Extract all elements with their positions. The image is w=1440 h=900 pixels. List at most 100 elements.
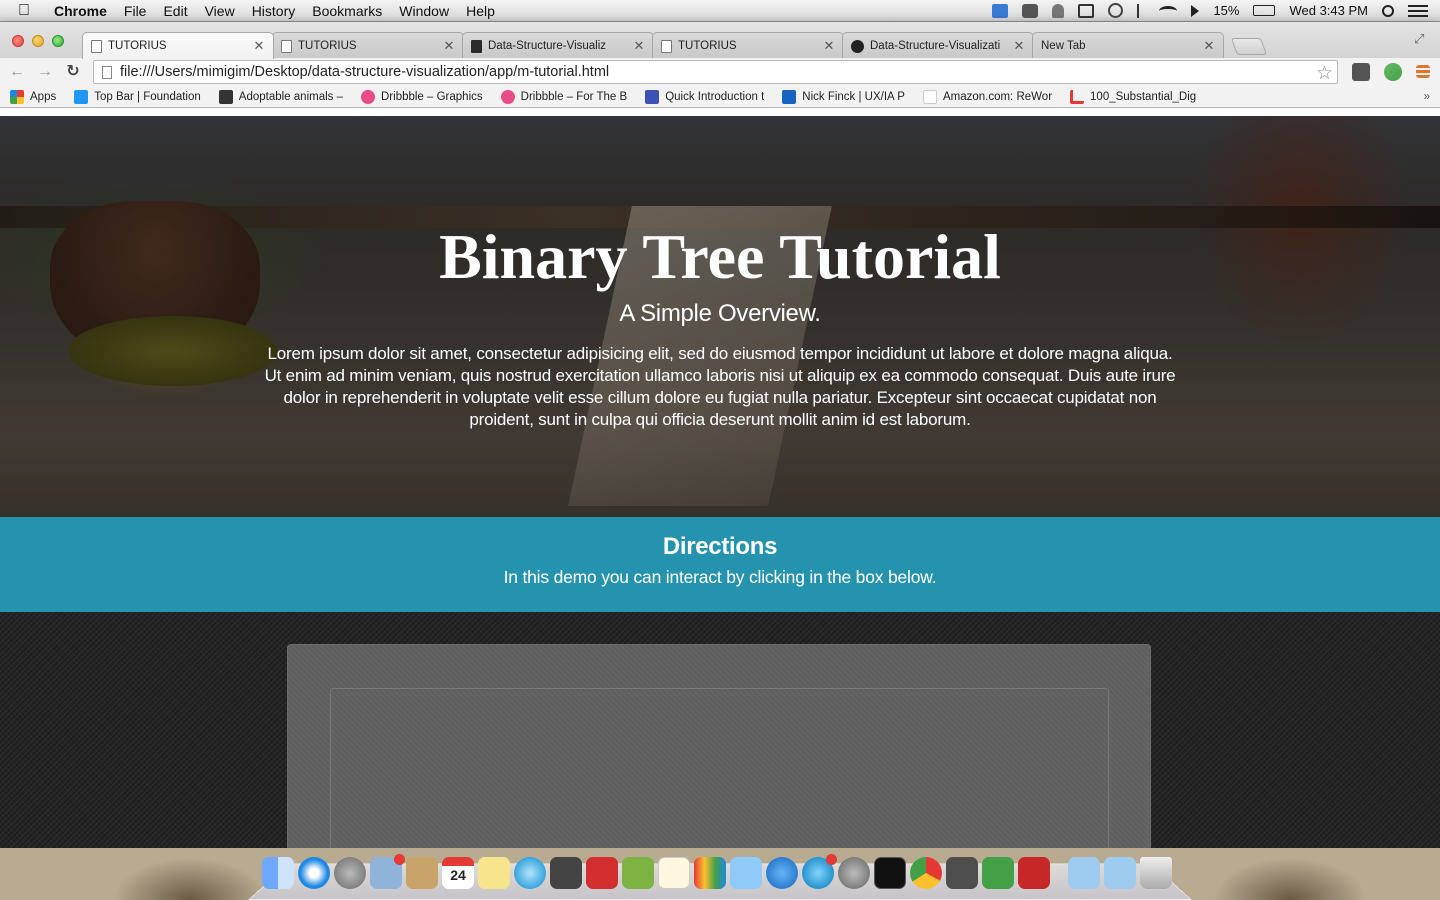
time-machine-icon[interactable] <box>1108 3 1124 18</box>
close-window-button[interactable] <box>12 35 24 47</box>
menu-file[interactable]: File <box>124 3 147 19</box>
page-icon <box>102 65 112 79</box>
chrome-icon[interactable] <box>910 857 942 889</box>
system-preferences-icon[interactable] <box>838 857 870 889</box>
menu-app-name[interactable]: Chrome <box>54 3 107 19</box>
folder-icon[interactable] <box>1068 857 1100 889</box>
browser-toolbar: ← → ↻ file:///Users/mimigim/Desktop/data… <box>0 58 1440 86</box>
tab-title: New Tab <box>1041 40 1086 52</box>
acrobat-icon[interactable] <box>1018 857 1050 889</box>
close-tab-icon[interactable]: ✕ <box>253 38 265 54</box>
zoom-window-button[interactable] <box>52 35 64 47</box>
calendar-icon[interactable]: 24 <box>442 857 474 889</box>
extension-icons <box>1352 63 1430 81</box>
keynote-icon[interactable] <box>730 857 762 889</box>
safari-icon[interactable] <box>298 857 330 889</box>
tab-data-structure-app[interactable]: Data-Structure-Visualiz ✕ <box>462 32 654 59</box>
tab-title: TUTORIUS <box>298 40 357 52</box>
bookmark-star-icon[interactable]: ☆ <box>1316 62 1333 85</box>
interactive-canvas[interactable] <box>330 688 1109 848</box>
close-tab-icon[interactable]: ✕ <box>1203 38 1215 54</box>
menu-view[interactable]: View <box>205 3 235 19</box>
close-tab-icon[interactable]: ✕ <box>1013 38 1025 54</box>
forward-icon[interactable]: → <box>36 63 54 81</box>
demo-box[interactable] <box>287 644 1151 848</box>
menu-bookmarks[interactable]: Bookmarks <box>312 3 382 19</box>
folder-icon[interactable] <box>1104 857 1136 889</box>
chrome-menu-icon[interactable] <box>1416 65 1430 78</box>
menu-help[interactable]: Help <box>466 3 495 19</box>
tab-tutorius-1[interactable]: TUTORIUS ✕ <box>82 32 274 59</box>
menu-history[interactable]: History <box>252 3 296 19</box>
bookmark-label: 100_Substantial_Dig <box>1090 90 1197 103</box>
mail-badge <box>394 854 405 865</box>
tab-title: TUTORIUS <box>678 40 737 52</box>
wifi-icon[interactable] <box>1159 5 1178 16</box>
menu-edit[interactable]: Edit <box>163 3 187 19</box>
fullscreen-icon[interactable]: ⤢ <box>1414 31 1428 46</box>
window-controls <box>12 35 64 47</box>
reload-icon[interactable]: ↻ <box>64 63 82 81</box>
hero-section: Binary Tree Tutorial A Simple Overview. … <box>0 116 1440 517</box>
launchpad-icon[interactable] <box>334 857 366 889</box>
new-tab-button[interactable] <box>1230 38 1268 55</box>
tab-tutorius-2[interactable]: TUTORIUS ✕ <box>272 32 464 59</box>
bookmark-adoptable-animals[interactable]: Adoptable animals – <box>218 89 343 104</box>
tab-data-structure-github[interactable]: Data-Structure-Visualizati ✕ <box>842 32 1034 59</box>
bookmark-amazon[interactable]: Amazon.com: ReWor <box>922 89 1052 104</box>
bookmark-dribbble-graphics[interactable]: Dribbble – Graphics <box>361 89 483 104</box>
iphoto-icon[interactable] <box>622 857 654 889</box>
apple-icon[interactable]:  <box>18 2 38 20</box>
calendar-day: 24 <box>450 867 466 883</box>
n-icon <box>782 89 797 104</box>
menubar-clock[interactable]: Wed 3:43 PM <box>1289 3 1368 18</box>
terminal-icon[interactable] <box>874 857 906 889</box>
airplay-icon[interactable] <box>1078 3 1095 18</box>
tab-title: Data-Structure-Visualiz <box>488 40 607 52</box>
close-tab-icon[interactable]: ✕ <box>633 38 645 54</box>
dropbox-icon[interactable] <box>992 3 1009 18</box>
address-bar[interactable]: file:///Users/mimigim/Desktop/data-struc… <box>93 60 1338 84</box>
battery-icon[interactable] <box>1253 5 1276 16</box>
photo-booth-icon[interactable] <box>586 857 618 889</box>
messages-icon[interactable] <box>514 857 546 889</box>
bookmark-nick-finck[interactable]: Nick Finck | UX/IA P <box>782 89 905 104</box>
bookmarks-overflow-icon[interactable]: » <box>1424 91 1430 103</box>
bluetooth-icon[interactable] <box>1137 3 1145 18</box>
spotlight-search-icon[interactable] <box>1382 4 1394 17</box>
tab-new-tab[interactable]: New Tab ✕ <box>1032 32 1224 59</box>
close-tab-icon[interactable]: ✕ <box>823 38 835 54</box>
contacts-icon[interactable] <box>406 857 438 889</box>
back-icon[interactable]: ← <box>8 63 26 81</box>
sublime-icon[interactable] <box>946 857 978 889</box>
bookmark-apps[interactable]: Apps <box>10 89 56 104</box>
textedit-icon[interactable] <box>658 857 690 889</box>
battery-percent[interactable]: 15% <box>1213 3 1239 18</box>
evernote-icon[interactable] <box>982 857 1014 889</box>
chart-app-icon[interactable] <box>694 857 726 889</box>
bookmark-quick-introduction[interactable]: Quick Introduction t <box>645 89 764 104</box>
menu-window[interactable]: Window <box>399 3 449 19</box>
tab-tutorius-3[interactable]: TUTORIUS ✕ <box>652 32 844 59</box>
minimize-window-button[interactable] <box>32 35 44 47</box>
bookmark-dribbble-for-the[interactable]: Dribbble – For The B <box>500 89 627 104</box>
bookmark-foundation[interactable]: Top Bar | Foundation <box>74 89 201 104</box>
notification-center-icon[interactable] <box>1408 4 1428 17</box>
trash-icon[interactable] <box>1140 857 1172 889</box>
hero-paragraph: Lorem ipsum dolor sit amet, consectetur … <box>264 344 1176 429</box>
dock-icons: 24 <box>262 854 1172 889</box>
close-tab-icon[interactable]: ✕ <box>443 38 455 54</box>
address-url[interactable]: file:///Users/mimigim/Desktop/data-struc… <box>120 64 609 80</box>
finder-icon[interactable] <box>262 857 294 889</box>
evernote-extension-icon[interactable] <box>1352 63 1370 81</box>
volume-icon[interactable] <box>1191 4 1200 17</box>
bookmark-pdf[interactable]: 100_Substantial_Dig <box>1070 89 1197 104</box>
itunes-icon[interactable] <box>766 857 798 889</box>
notes-icon[interactable] <box>478 857 510 889</box>
facetime-icon[interactable] <box>550 857 582 889</box>
app-store-icon[interactable] <box>802 854 837 889</box>
mail-stamp-icon[interactable] <box>370 854 405 889</box>
evernote-status-icon[interactable] <box>1022 3 1039 18</box>
notification-bell-icon[interactable] <box>1052 3 1065 18</box>
eyedropper-extension-icon[interactable] <box>1384 63 1402 81</box>
